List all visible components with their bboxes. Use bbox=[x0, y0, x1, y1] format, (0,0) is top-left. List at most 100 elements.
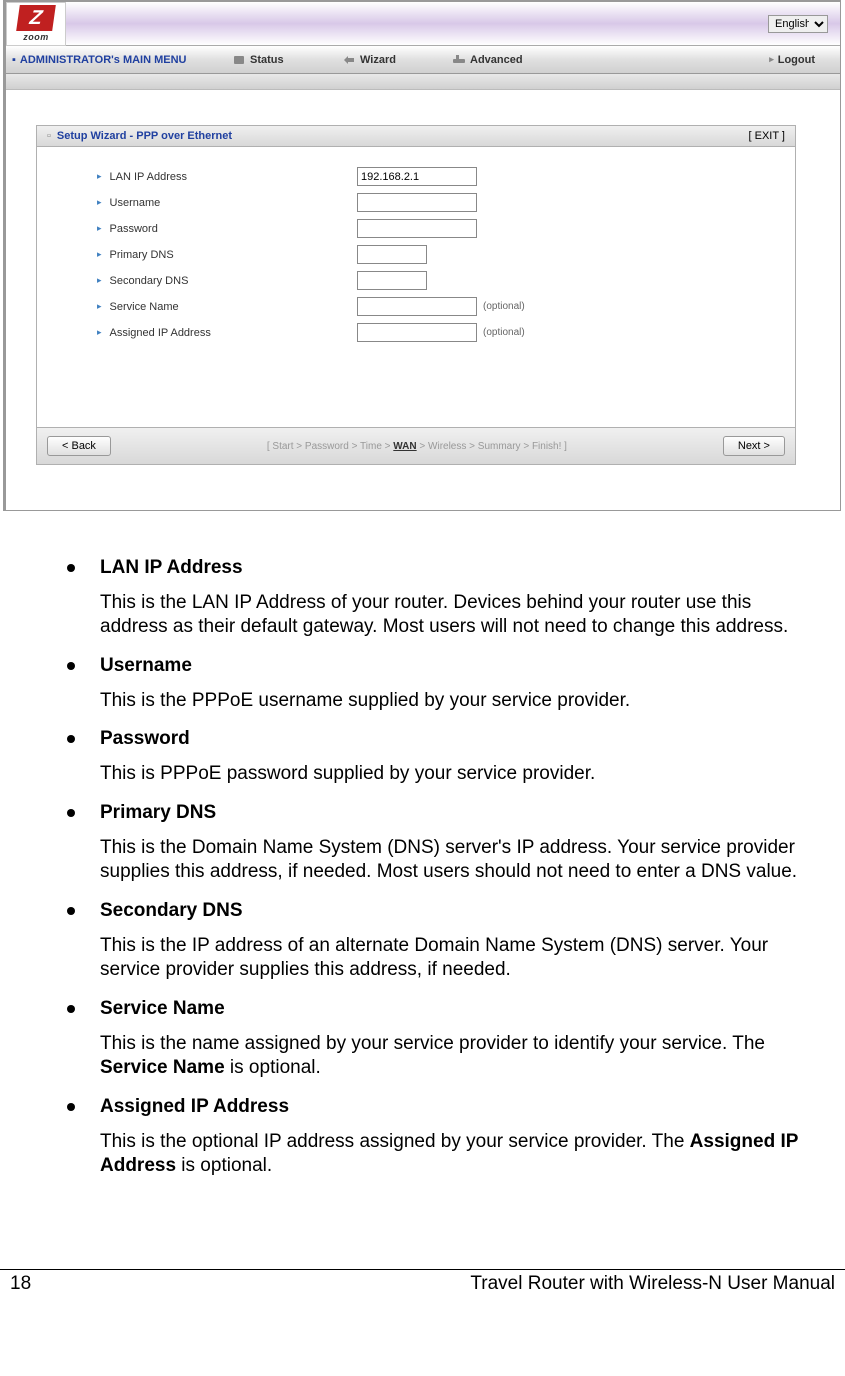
breadcrumb-prefix: [ Start > Password > Time > bbox=[267, 441, 393, 452]
label-service-name: ▸ Service Name bbox=[97, 301, 357, 313]
primary-dns-label-text: Primary DNS bbox=[110, 249, 174, 261]
assigned-ip-label-text: Assigned IP Address bbox=[110, 327, 211, 339]
primary-dns-input[interactable] bbox=[357, 245, 427, 264]
documentation-text: LAN IP Address This is the LAN IP Addres… bbox=[0, 511, 845, 1179]
doc-desc-assigned-ip: This is the optional IP address assigned… bbox=[100, 1130, 820, 1179]
router-admin-screenshot: Z zoom English ▪ ADMINISTRATOR's MAIN ME… bbox=[3, 0, 841, 511]
doc-title-username: Username bbox=[100, 655, 192, 676]
row-password: ▸ Password bbox=[97, 219, 775, 238]
assigned-ip-optional: (optional) bbox=[483, 327, 525, 338]
label-assigned-ip: ▸ Assigned IP Address bbox=[97, 327, 357, 339]
logo-letter: Z bbox=[16, 5, 56, 31]
lan-ip-label-text: LAN IP Address bbox=[110, 171, 187, 183]
doc-item-lan-ip: LAN IP Address This is the LAN IP Addres… bbox=[55, 556, 820, 640]
row-lan-ip: ▸ LAN IP Address bbox=[97, 167, 775, 186]
doc-desc-service-name: This is the name assigned by your servic… bbox=[100, 1032, 820, 1081]
doc-item-assigned-ip: Assigned IP Address This is the optional… bbox=[55, 1095, 820, 1179]
label-secondary-dns: ▸ Secondary DNS bbox=[97, 275, 357, 287]
next-button[interactable]: Next > bbox=[723, 436, 785, 456]
doc-desc-primary-dns: This is the Domain Name System (DNS) ser… bbox=[100, 836, 820, 885]
doc-title-service-name: Service Name bbox=[100, 998, 225, 1019]
doc-title-primary-dns: Primary DNS bbox=[100, 802, 216, 823]
doc-item-secondary-dns: Secondary DNS This is the IP address of … bbox=[55, 899, 820, 983]
lan-ip-input[interactable] bbox=[357, 167, 477, 186]
menu-title-text: ADMINISTRATOR's MAIN MENU bbox=[20, 54, 187, 66]
menu-item-status[interactable]: Status bbox=[232, 54, 342, 66]
content-area: ▫ Setup Wizard - PPP over Ethernet [ EXI… bbox=[6, 90, 840, 510]
doc-desc-lan-ip: This is the LAN IP Address of your route… bbox=[100, 591, 820, 640]
wizard-icon bbox=[342, 54, 356, 66]
advanced-icon bbox=[452, 54, 466, 66]
doc-item-username: Username This is the PPPoE username supp… bbox=[55, 654, 820, 713]
main-menu-bar: ▪ ADMINISTRATOR's MAIN MENU Status Wizar… bbox=[6, 46, 840, 74]
top-bar: Z zoom English bbox=[6, 2, 840, 46]
row-secondary-dns: ▸ Secondary DNS bbox=[97, 271, 775, 290]
doc-title-secondary-dns: Secondary DNS bbox=[100, 900, 243, 921]
page-footer: 18 Travel Router with Wireless-N User Ma… bbox=[0, 1269, 845, 1313]
wizard-body: ▸ LAN IP Address ▸ Username ▸ Password bbox=[37, 147, 795, 427]
arrow-icon: ▸ bbox=[97, 327, 102, 338]
row-service-name: ▸ Service Name (optional) bbox=[97, 297, 775, 316]
doc-title-lan-ip: LAN IP Address bbox=[100, 557, 243, 578]
sub-menu-bar bbox=[6, 74, 840, 90]
setup-wizard-panel: ▫ Setup Wizard - PPP over Ethernet [ EXI… bbox=[36, 125, 796, 465]
zoom-logo: Z zoom bbox=[6, 2, 66, 46]
menu-logout-label: Logout bbox=[778, 54, 815, 66]
menu-item-advanced[interactable]: Advanced bbox=[452, 54, 562, 66]
menu-item-logout[interactable]: ▸ Logout bbox=[769, 54, 815, 66]
breadcrumb-active: WAN bbox=[393, 441, 416, 452]
bullet-icon bbox=[67, 907, 75, 915]
assigned-ip-input[interactable] bbox=[357, 323, 477, 342]
password-input[interactable] bbox=[357, 219, 477, 238]
arrow-icon: ▸ bbox=[97, 249, 102, 260]
bullet-icon bbox=[67, 809, 75, 817]
bullet-icon bbox=[67, 662, 75, 670]
label-password: ▸ Password bbox=[97, 223, 357, 235]
doc-item-service-name: Service Name This is the name assigned b… bbox=[55, 997, 820, 1081]
menu-status-label: Status bbox=[250, 54, 284, 66]
service-name-label-text: Service Name bbox=[110, 301, 179, 313]
bullet-icon bbox=[67, 735, 75, 743]
wizard-breadcrumb: [ Start > Password > Time > WAN > Wirele… bbox=[267, 441, 567, 452]
doc-sn-post: is optional. bbox=[225, 1057, 321, 1078]
wizard-footer: < Back [ Start > Password > Time > WAN >… bbox=[37, 427, 795, 464]
menu-advanced-label: Advanced bbox=[470, 54, 523, 66]
logo-text: zoom bbox=[23, 32, 49, 42]
bullet-icon bbox=[67, 564, 75, 572]
page-number: 18 bbox=[10, 1273, 31, 1295]
label-lan-ip: ▸ LAN IP Address bbox=[97, 171, 357, 183]
service-name-optional: (optional) bbox=[483, 301, 525, 312]
wizard-title-icon: ▫ bbox=[47, 130, 51, 142]
label-primary-dns: ▸ Primary DNS bbox=[97, 249, 357, 261]
doc-title-password: Password bbox=[100, 728, 190, 749]
menu-item-wizard[interactable]: Wizard bbox=[342, 54, 452, 66]
secondary-dns-label-text: Secondary DNS bbox=[110, 275, 189, 287]
service-name-input[interactable] bbox=[357, 297, 477, 316]
arrow-icon: ▸ bbox=[97, 171, 102, 182]
password-label-text: Password bbox=[110, 223, 158, 235]
status-icon bbox=[232, 54, 246, 66]
menu-wizard-label: Wizard bbox=[360, 54, 396, 66]
doc-ai-pre: This is the optional IP address assigned… bbox=[100, 1131, 690, 1152]
secondary-dns-input[interactable] bbox=[357, 271, 427, 290]
breadcrumb-suffix: > Wireless > Summary > Finish! ] bbox=[417, 441, 567, 452]
arrow-icon: ▸ bbox=[97, 275, 102, 286]
menu-icon: ▪ bbox=[12, 54, 16, 66]
username-input[interactable] bbox=[357, 193, 477, 212]
logout-arrow-icon: ▸ bbox=[769, 54, 774, 65]
doc-sn-bold: Service Name bbox=[100, 1057, 225, 1078]
language-dropdown[interactable]: English bbox=[768, 15, 828, 33]
bullet-icon bbox=[67, 1103, 75, 1111]
exit-link[interactable]: [ EXIT ] bbox=[749, 130, 785, 142]
back-button[interactable]: < Back bbox=[47, 436, 111, 456]
doc-ai-post: is optional. bbox=[176, 1155, 272, 1176]
doc-item-primary-dns: Primary DNS This is the Domain Name Syst… bbox=[55, 801, 820, 885]
doc-title-assigned-ip: Assigned IP Address bbox=[100, 1096, 289, 1117]
wizard-title: ▫ Setup Wizard - PPP over Ethernet bbox=[47, 130, 232, 142]
language-selector[interactable]: English bbox=[768, 15, 828, 33]
manual-title: Travel Router with Wireless-N User Manua… bbox=[470, 1273, 835, 1295]
doc-item-password: Password This is PPPoE password supplied… bbox=[55, 727, 820, 786]
arrow-icon: ▸ bbox=[97, 223, 102, 234]
wizard-header: ▫ Setup Wizard - PPP over Ethernet [ EXI… bbox=[37, 126, 795, 147]
row-primary-dns: ▸ Primary DNS bbox=[97, 245, 775, 264]
